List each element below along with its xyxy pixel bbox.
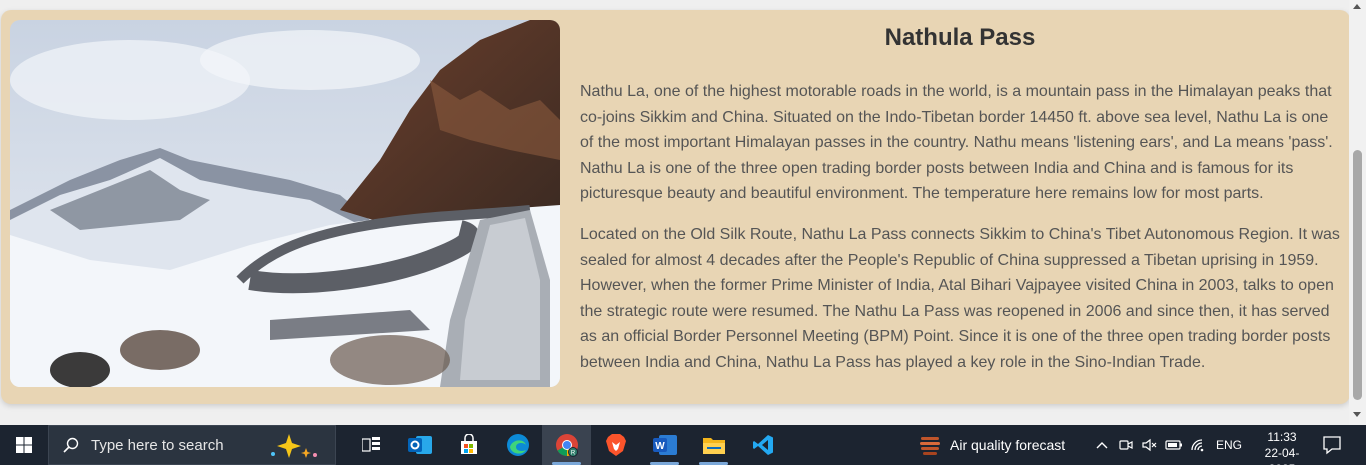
chrome-icon: R [555,434,578,457]
search-placeholder: Type here to search [91,436,224,454]
article-paragraph-2: Located on the Old Silk Route, Nathu La … [580,226,1340,371]
edge-icon [506,434,529,456]
system-tray: ENG [1090,425,1242,465]
vscode-button[interactable] [738,425,787,465]
word-button[interactable]: W [640,425,689,465]
task-view-icon [361,437,380,452]
windows-logo-icon [16,437,32,453]
scrollbar-thumb[interactable] [1353,150,1362,400]
word-icon: W [652,435,677,455]
show-hidden-icons-icon[interactable] [1090,441,1114,449]
outlook-icon [407,436,432,454]
scroll-up-arrow-icon[interactable] [1353,4,1361,9]
svg-text:W: W [655,441,665,452]
scroll-down-arrow-icon[interactable] [1353,412,1361,417]
meet-now-icon[interactable] [1114,438,1138,452]
clock-date: 22-04-2025 [1264,446,1300,465]
edge-button[interactable] [493,425,542,465]
chrome-button[interactable]: R [542,425,591,465]
brave-icon [605,434,626,456]
article-paragraph-1: Nathu La, one of the highest motorable r… [580,83,1333,202]
volume-muted-icon[interactable] [1138,438,1162,452]
air-quality-icon [920,437,940,455]
task-view-button[interactable] [346,425,395,465]
system-clock[interactable]: 11:33 22-04-2025 [1252,429,1312,465]
file-explorer-icon [702,438,725,454]
copilot-sparkle-icon[interactable] [265,432,325,460]
input-language[interactable]: ENG [1216,438,1242,452]
clock-time: 11:33 [1267,430,1297,444]
vertical-scrollbar[interactable] [1349,0,1366,425]
brave-button[interactable] [591,425,640,465]
start-button[interactable] [0,425,48,465]
browser-viewport: Nathula Pass Nathu La, one of the highes… [0,0,1349,425]
taskbar: Type here to search R W Air quality fore… [0,425,1366,465]
microsoft-store-icon [460,434,477,454]
svg-text:R: R [570,451,575,457]
file-explorer-button[interactable] [689,425,738,465]
store-button[interactable] [444,425,493,465]
weather-text: Air quality forecast [950,437,1066,453]
notification-center-button[interactable] [1322,435,1342,460]
outlook-button[interactable] [395,425,444,465]
notification-icon [1323,436,1341,455]
page-title: Nathula Pass [884,24,1036,51]
taskbar-search-box[interactable]: Type here to search [48,425,336,465]
battery-icon[interactable] [1162,440,1186,450]
search-icon [63,437,79,453]
weather-widget[interactable]: Air quality forecast [918,425,1065,465]
vscode-icon [752,435,773,455]
wifi-icon[interactable] [1186,438,1210,452]
nathula-pass-photo [10,20,560,387]
